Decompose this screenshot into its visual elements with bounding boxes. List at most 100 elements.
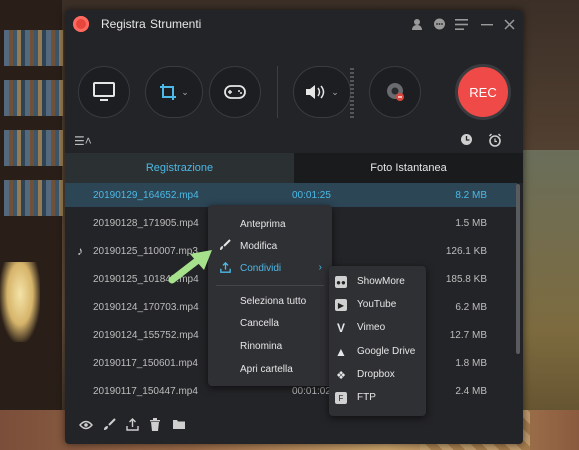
list-scrollbar[interactable] (516, 184, 520, 354)
alarm-clock-icon[interactable] (488, 133, 502, 150)
share-item-label: FTP (357, 392, 376, 403)
user-icon[interactable] (409, 16, 425, 32)
file-size: 185.8 KB (445, 274, 487, 285)
annotation-arrow (168, 250, 212, 284)
folder-icon[interactable] (172, 418, 186, 433)
region-select-button[interactable]: ⌄ (145, 66, 203, 118)
menu-divider (216, 285, 324, 286)
chevron-down-icon: ⌄ (331, 86, 339, 97)
file-duration: 00:01:02 (292, 386, 331, 397)
game-record-button[interactable] (209, 66, 261, 118)
chevron-down-icon: ⌄ (181, 86, 189, 97)
vimeo-icon: V (336, 321, 345, 335)
showmore-icon: ●● (335, 276, 347, 288)
rec-button[interactable]: REC (455, 64, 511, 120)
screen-record-button[interactable] (78, 66, 130, 118)
context-item-cancella[interactable]: Cancella (208, 312, 332, 334)
google-drive-icon: ▲ (335, 345, 347, 359)
minimize-icon[interactable] (479, 16, 495, 32)
books (4, 30, 64, 66)
speaker-icon (306, 85, 325, 99)
share-item-label: Google Drive (357, 346, 416, 357)
share-item-label: Dropbox (357, 369, 395, 380)
crop-icon (160, 84, 177, 100)
share-item-vimeo[interactable]: V Vimeo (329, 317, 426, 339)
books (4, 130, 64, 166)
context-item-rinomina[interactable]: Rinomina (208, 335, 332, 357)
list-options-icon[interactable]: ☰˄ (74, 134, 92, 148)
file-name: 20190129_164652.mp4 (93, 190, 199, 201)
tab-bar: Registrazione Foto Istantanea (65, 153, 523, 183)
trash-icon[interactable] (149, 418, 161, 434)
share-item-google-drive[interactable]: ▲ Google Drive (329, 341, 426, 363)
file-size: 12.7 MB (449, 330, 487, 341)
file-size: 8.2 MB (455, 190, 487, 201)
share-item-label: Vimeo (357, 322, 386, 333)
share-item-ftp[interactable]: F FTP (329, 387, 426, 409)
file-size: 126.1 KB (445, 246, 487, 257)
close-icon[interactable] (501, 16, 517, 32)
webcam-icon (387, 83, 404, 101)
title-bar: Registra Strumenti (65, 10, 523, 38)
context-item-condividi[interactable]: Condividi › (208, 257, 332, 279)
background-person (519, 150, 579, 450)
lamp (0, 262, 40, 342)
share-item-label: ShowMore (357, 276, 405, 287)
context-item-label: Modifica (240, 241, 278, 252)
brush-cursor-icon (219, 239, 231, 254)
share-submenu: ●● ShowMore ▶ YouTube V Vimeo ▲ Google D… (329, 266, 426, 416)
file-size: 6.2 MB (455, 302, 487, 313)
share-upload-icon[interactable] (126, 418, 139, 434)
file-name: 20190117_150447.mp4 (93, 386, 198, 397)
context-item-label: Rinomina (240, 341, 283, 352)
tab-foto-istantanea[interactable]: Foto Istantanea (294, 153, 523, 183)
volume-meter (350, 68, 354, 118)
file-name: 20190124_155752.mp4 (93, 330, 199, 341)
table-row[interactable]: 20190129_164652.mp4 00:01:25 8.2 MB (65, 183, 517, 207)
context-item-apri-cartella[interactable]: Apri cartella (208, 358, 332, 380)
toolbar-divider (277, 66, 278, 118)
file-size: 2.4 MB (455, 386, 487, 397)
file-name: 20190128_171905.mp4 (93, 218, 199, 229)
menu-icon[interactable] (453, 16, 469, 32)
file-duration: 00:01:25 (292, 190, 331, 201)
preview-eye-icon[interactable] (79, 418, 93, 433)
webcam-button[interactable] (369, 66, 421, 118)
share-item-showmore[interactable]: ●● ShowMore (329, 271, 426, 293)
audio-button[interactable]: ⌄ (293, 66, 351, 118)
context-item-anteprima[interactable]: Anteprima (208, 213, 332, 235)
menu-registra[interactable]: Registra (101, 17, 146, 31)
bottom-toolbar (65, 408, 523, 444)
edit-brush-icon[interactable] (103, 418, 116, 434)
schedule-clock-icon[interactable] (460, 133, 473, 149)
context-item-seleziona-tutto[interactable]: Seleziona tutto (208, 290, 332, 312)
gamepad-icon (224, 85, 246, 99)
file-name: 20190124_170703.mp4 (93, 302, 199, 313)
books (4, 180, 64, 216)
monitor-icon (93, 82, 115, 101)
context-item-label: Apri cartella (240, 364, 293, 375)
share-item-dropbox[interactable]: ❖ Dropbox (329, 364, 426, 386)
ftp-icon: F (335, 392, 347, 404)
share-upload-icon (220, 261, 231, 276)
tab-registrazione[interactable]: Registrazione (65, 153, 294, 183)
share-item-youtube[interactable]: ▶ YouTube (329, 294, 426, 316)
file-name: 20190117_150601.mp4 (93, 358, 198, 369)
dropbox-icon: ❖ (336, 369, 346, 382)
bookshelf (0, 0, 62, 450)
youtube-icon: ▶ (335, 299, 347, 311)
context-item-label: Cancella (240, 318, 279, 329)
app-logo (73, 16, 89, 32)
chat-icon[interactable] (431, 16, 447, 32)
share-item-label: YouTube (357, 299, 397, 310)
menu-strumenti[interactable]: Strumenti (150, 17, 201, 31)
recording-toolbar: ⌄ ⌄ REC ☰˄ (65, 38, 523, 153)
context-item-label: Condividi (240, 263, 282, 274)
music-note-icon: ♪ (77, 244, 83, 258)
chevron-right-icon: › (318, 262, 322, 273)
context-item-label: Anteprima (240, 219, 286, 230)
context-item-label: Seleziona tutto (240, 296, 307, 307)
books (4, 80, 64, 116)
file-size: 1.5 MB (455, 218, 487, 229)
file-size: 1.8 MB (455, 358, 487, 369)
